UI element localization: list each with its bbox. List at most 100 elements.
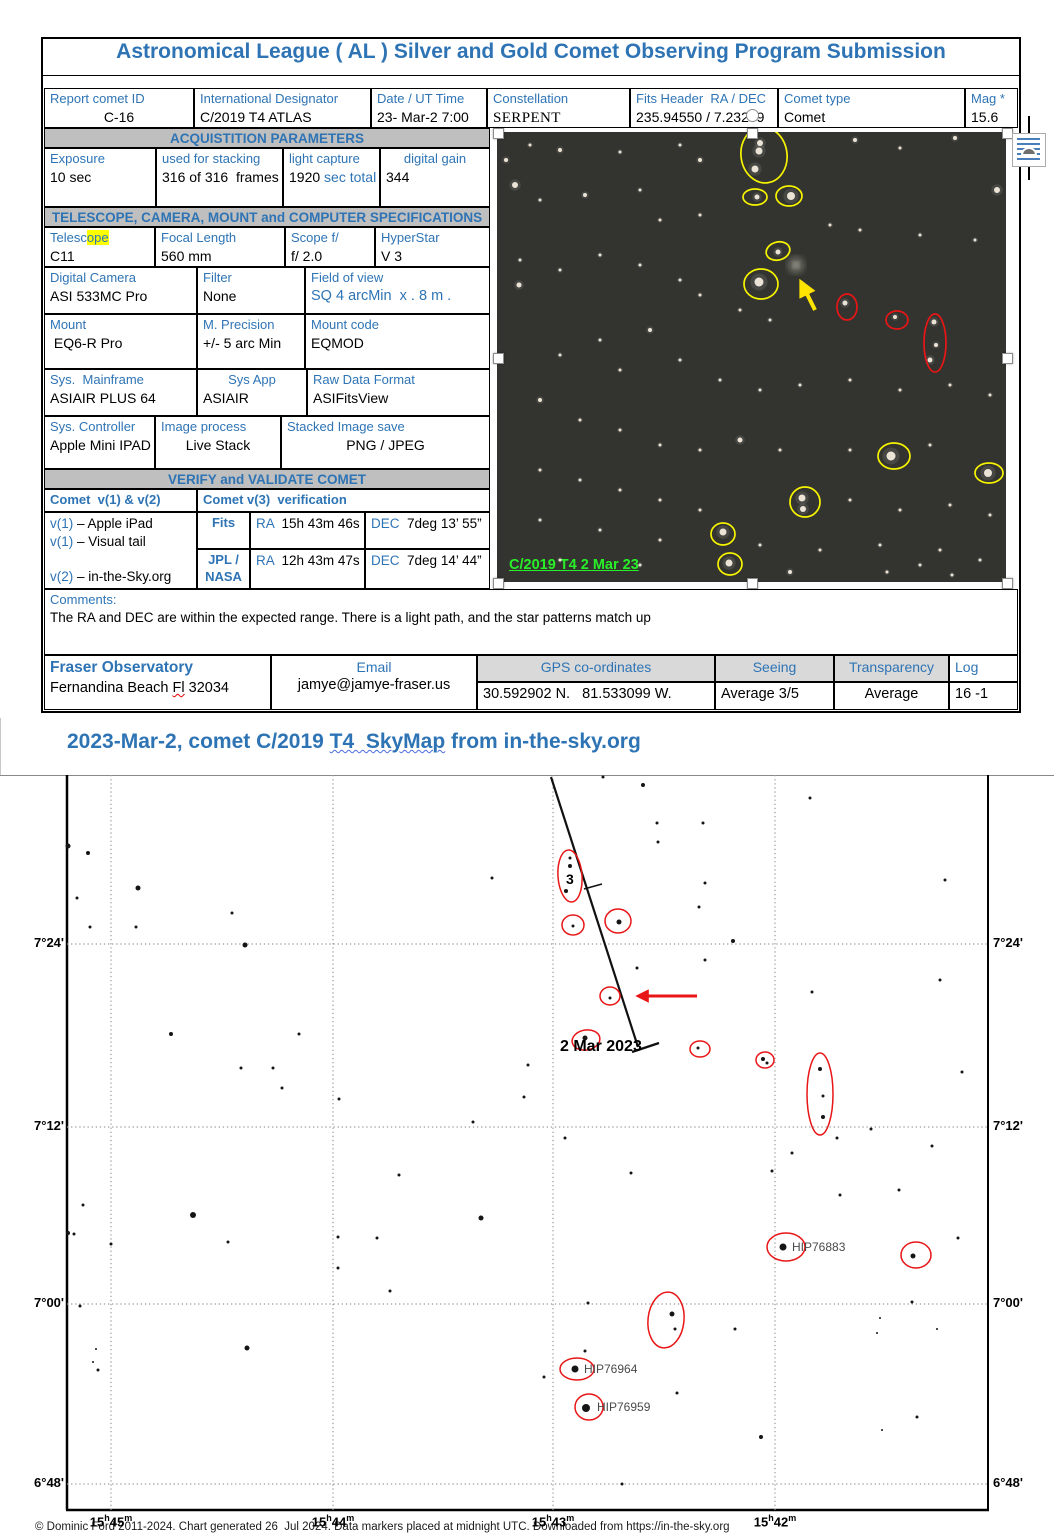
map-star [676, 1392, 679, 1395]
map-star [572, 925, 575, 928]
map-star [870, 1128, 873, 1131]
map-star [564, 889, 568, 893]
email-cell: Email jamye@jamye-fraser.us [271, 655, 477, 710]
selection-handle[interactable] [1002, 128, 1013, 139]
photo-star [849, 499, 852, 502]
seeing-header: Seeing [715, 655, 834, 682]
document-page: Astronomical League ( AL ) Silver and Go… [0, 0, 1054, 1535]
field-label: Raw Data Format [313, 372, 484, 389]
verify-line: v(1) – Apple iPad [50, 515, 191, 533]
photo-star [843, 301, 848, 306]
photo-star [859, 229, 862, 232]
field-constellation: Constellation SERPENT [487, 88, 630, 128]
map-star [227, 1241, 230, 1244]
map-star [656, 822, 659, 825]
comet-path-line [551, 777, 638, 1047]
selection-handle[interactable] [747, 128, 758, 139]
field-focal-length: Focal Length 560 mm [155, 227, 285, 267]
map-star [110, 1243, 113, 1246]
field-fits-header-ra-dec: Fits Header RA / DEC 235.94550 / 7.23209 [630, 88, 778, 128]
photo-star [899, 509, 902, 512]
email-value: jamye@jamye-fraser.us [277, 676, 471, 696]
comet-photo-image[interactable]: C/2019 T4 2 Mar 23 [497, 132, 1006, 582]
field-label: M. Precision [203, 317, 299, 334]
field-value: 560 mm [161, 247, 279, 266]
field-label: HyperStar [381, 230, 484, 247]
photo-star [849, 449, 852, 452]
field-value: f/ 2.0 [291, 247, 369, 266]
photo-star [599, 339, 602, 342]
log-header: Log [949, 655, 1018, 682]
field-label: Filter [203, 270, 299, 287]
map-star [916, 1416, 919, 1419]
map-star [337, 1267, 340, 1270]
map-star [876, 1332, 878, 1334]
field-date-ut-time: Date / UT Time 23- Mar-2 7:00 [371, 88, 487, 128]
verify-fits-ra: RA 15h 43m 46s [250, 512, 365, 549]
photo-star [619, 489, 622, 492]
layout-options-icon[interactable] [1012, 133, 1046, 167]
map-star [298, 1033, 301, 1036]
photo-star [648, 328, 652, 332]
map-star [698, 906, 701, 909]
photo-star [699, 509, 702, 512]
map-star [839, 1194, 842, 1197]
map-star [272, 1067, 275, 1070]
map-star [821, 1115, 825, 1119]
photo-star [787, 192, 795, 200]
photo-star [726, 560, 733, 567]
verify-fits-dec: DEC 7deg 13’ 55” [365, 512, 490, 549]
field-digital-camera: Digital Camera ASI 533MC Pro [44, 267, 197, 314]
field-value: Apple Mini IPAD [50, 436, 149, 455]
field-label: Stacked Image save [287, 419, 484, 436]
section-header-specs: TELESCOPE, CAMERA, MOUNT and COMPUTER SP… [44, 207, 490, 227]
map-star [944, 879, 947, 882]
field-label: light capture [289, 151, 374, 168]
field-value: ASIAIR PLUS 64 [50, 389, 191, 408]
map-star [761, 1057, 765, 1061]
rotate-handle[interactable] [746, 109, 759, 122]
selection-handle[interactable] [1002, 353, 1013, 364]
field-telescope: Telescope C11 [44, 227, 155, 267]
photo-star [639, 189, 642, 192]
selection-handle[interactable] [493, 578, 504, 589]
photo-star [512, 182, 518, 188]
selection-handle[interactable] [493, 128, 504, 139]
field-label: Scope f/ [291, 230, 369, 247]
field-mount: Mount EQ6-R Pro [44, 314, 197, 369]
field-label: Mount [50, 317, 191, 334]
map-star [630, 1172, 633, 1175]
skymap-canvas [0, 775, 1054, 1535]
comments-text: The RA and DEC are within the expected r… [50, 609, 1012, 627]
map-star [572, 1366, 579, 1373]
map-star [674, 1328, 677, 1331]
selection-handle[interactable] [493, 353, 504, 364]
map-star [697, 1047, 700, 1050]
photo-star [659, 539, 662, 542]
photo-star [788, 570, 792, 574]
map-star [811, 991, 814, 994]
map-star [704, 959, 707, 962]
field-label: Sys. Mainframe [50, 372, 191, 389]
map-star [564, 1137, 567, 1140]
map-star [79, 1305, 82, 1308]
photo-star [519, 259, 522, 262]
map-star [602, 776, 605, 779]
field-value: Live Stack [161, 436, 275, 455]
field-label: Focal Length [161, 230, 279, 247]
photo-star [974, 239, 977, 242]
field-label: Mount code [311, 317, 484, 334]
selection-handle[interactable] [1002, 578, 1013, 589]
map-star [135, 926, 138, 929]
map-star [809, 797, 812, 800]
red-map-outline [756, 1052, 774, 1068]
photo-star [799, 495, 806, 502]
map-star [961, 1071, 964, 1074]
red-map-outline [600, 987, 620, 1005]
field-value: C11 [50, 247, 149, 266]
selection-handle[interactable] [747, 578, 758, 589]
photo-star [619, 429, 622, 432]
photo-star [639, 264, 642, 267]
form-title: Astronomical League ( AL ) Silver and Go… [41, 40, 1021, 75]
map-star [759, 1435, 763, 1439]
